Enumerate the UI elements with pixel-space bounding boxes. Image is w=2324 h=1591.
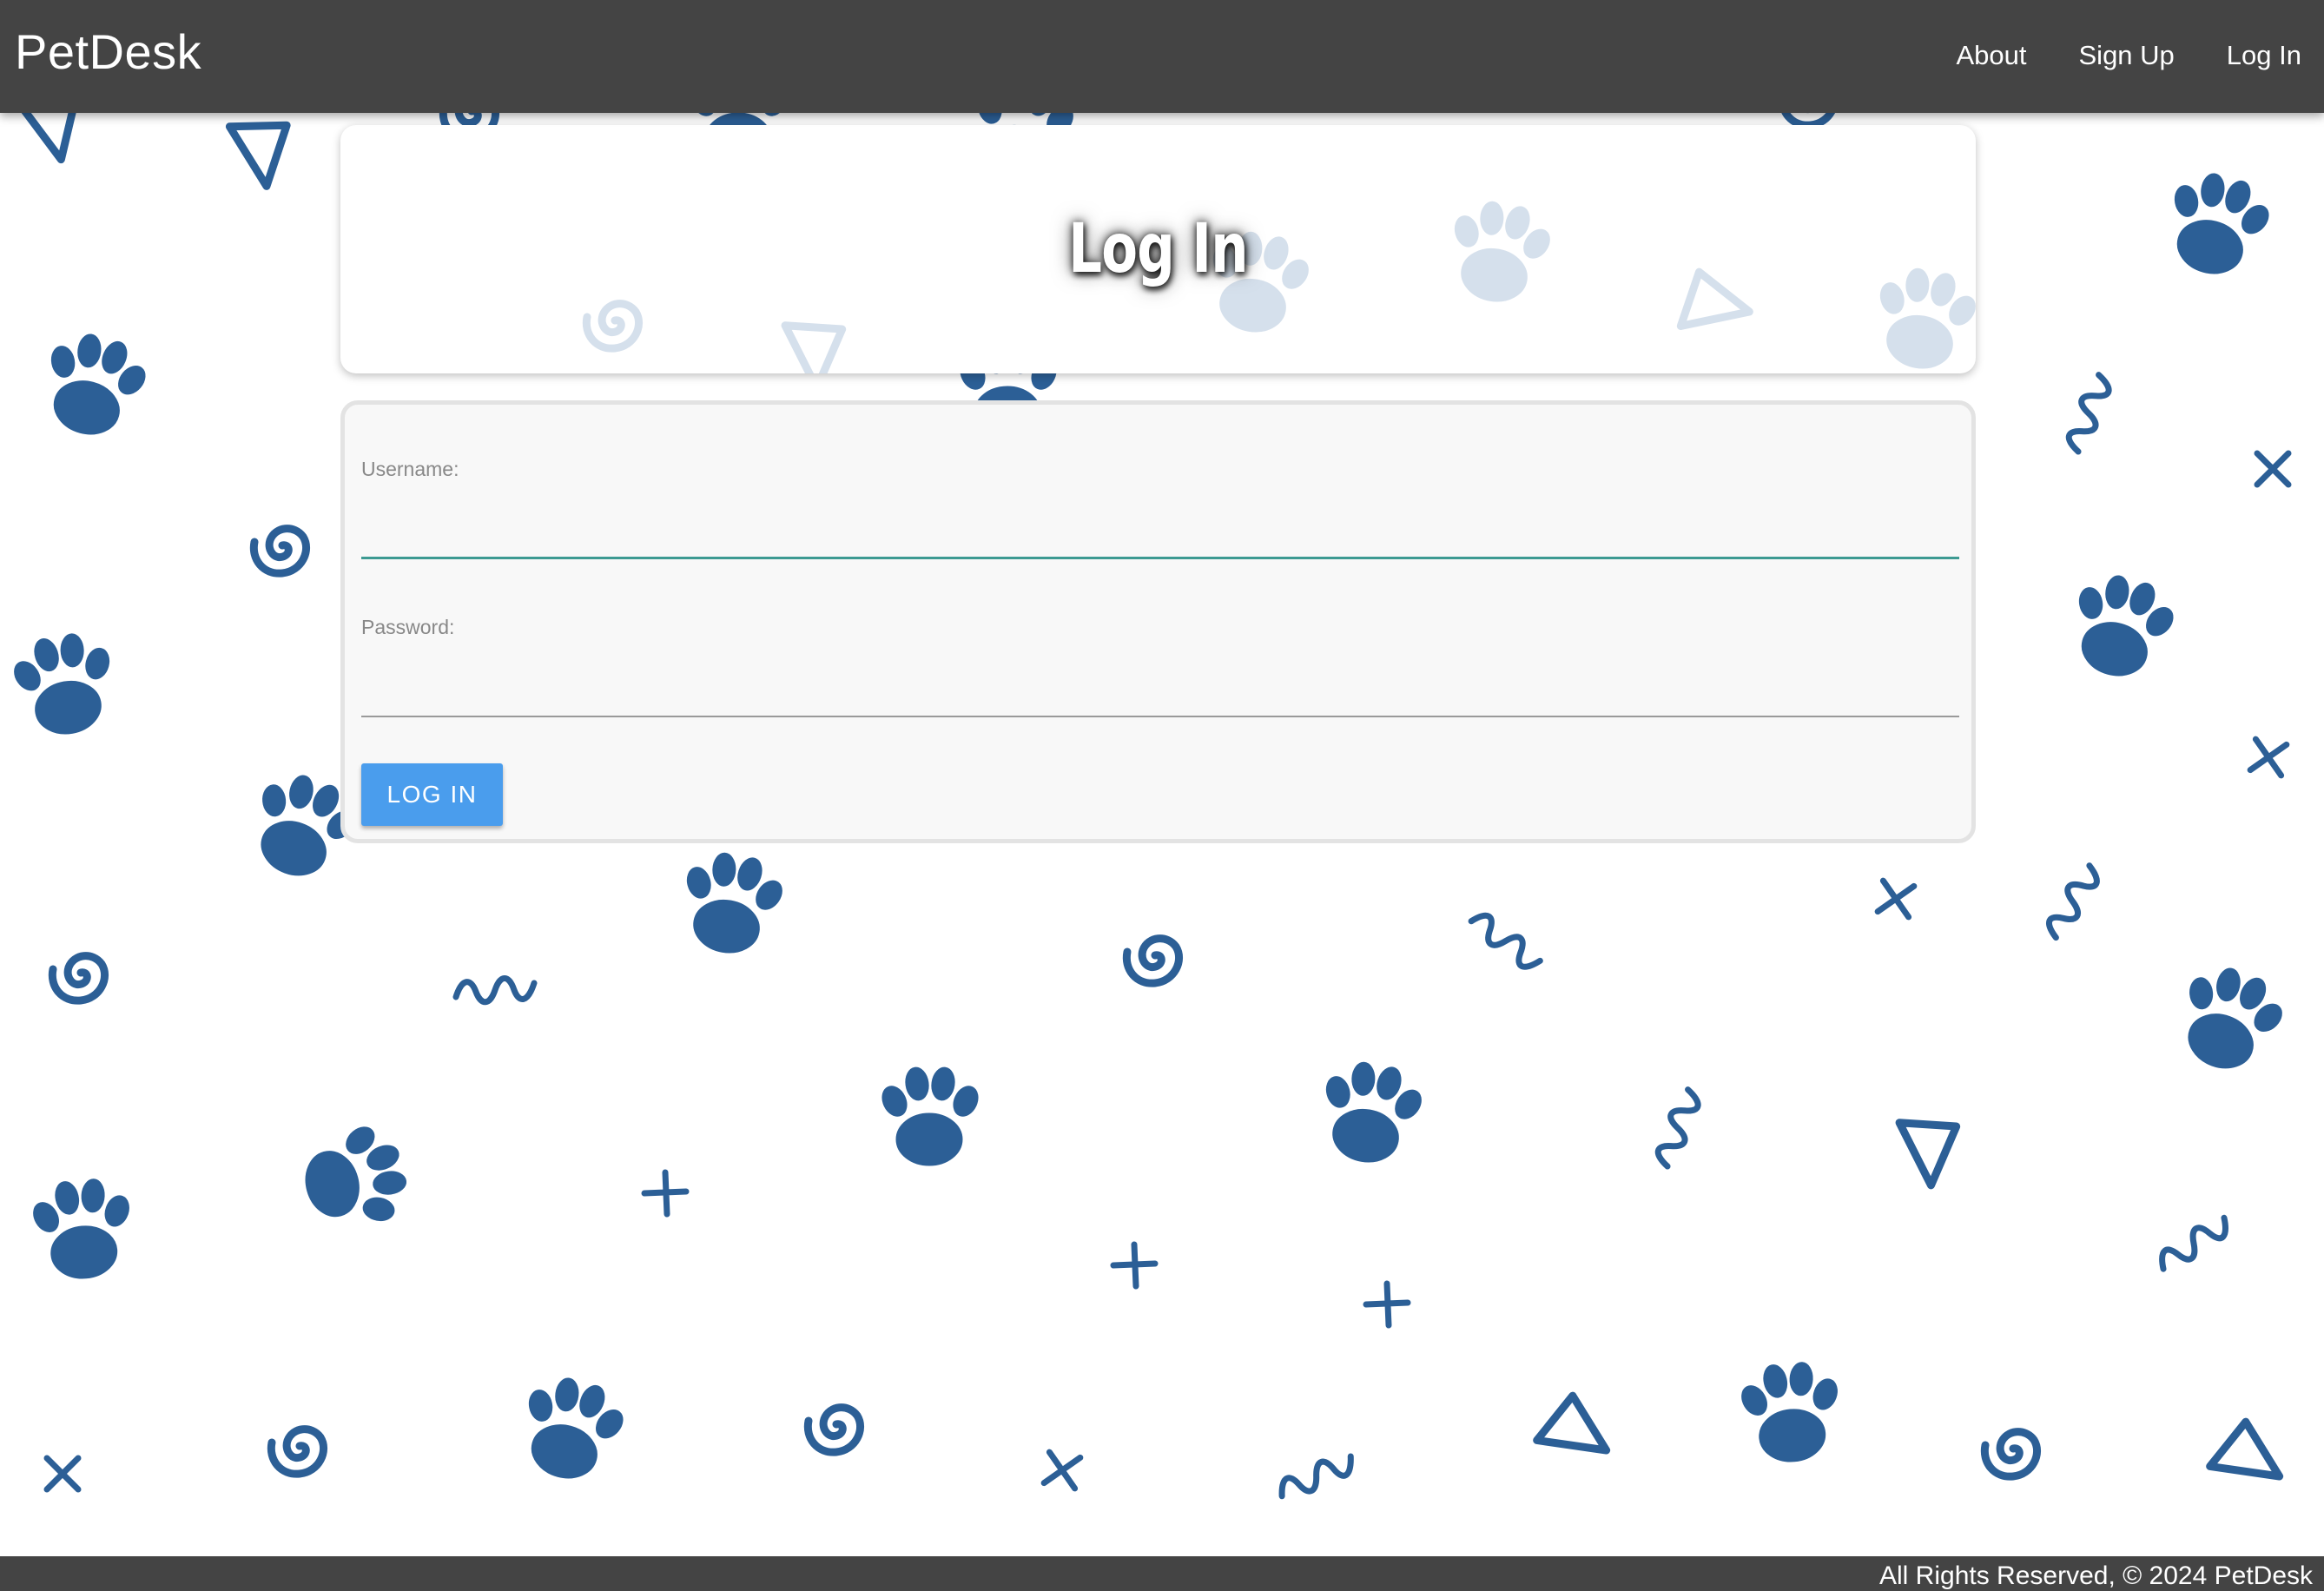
login-page: PetDesk About Sign Up Log In Log In User…	[0, 0, 2324, 1591]
cross-icon	[2257, 453, 2288, 485]
plus-icon	[644, 1172, 686, 1214]
username-field: Username:	[361, 459, 1959, 559]
triangle-icon	[1899, 1118, 1961, 1187]
paw-print-icon	[1733, 1357, 1849, 1467]
nav-link-log-in[interactable]: Log In	[2227, 42, 2301, 69]
footer-copyright: All Rights Reserved, © 2024 PetDesk	[1879, 1561, 2313, 1590]
squiggle-icon	[1651, 1087, 1706, 1168]
squiggle-icon	[1276, 1452, 1357, 1501]
squiggle-icon	[2062, 373, 2116, 453]
paw-print-icon	[507, 1366, 636, 1491]
username-input[interactable]	[361, 498, 1959, 559]
cross-icon	[47, 1458, 78, 1489]
plus-icon	[1366, 1284, 1408, 1325]
navbar: PetDesk About Sign Up Log In	[0, 0, 2324, 113]
password-input[interactable]	[361, 657, 1959, 717]
paw-print-icon	[30, 322, 158, 447]
triangle-icon	[229, 116, 296, 190]
triangle-icon	[2210, 1417, 2294, 1499]
cross-icon	[1044, 1452, 1080, 1489]
spiral-icon	[271, 1429, 323, 1475]
paw-print-icon	[2057, 564, 2186, 689]
username-label: Username:	[361, 458, 459, 480]
page-title: Log In	[1068, 210, 1248, 288]
squiggle-icon	[2041, 863, 2105, 941]
spiral-icon	[1126, 939, 1179, 984]
cross-icon	[2250, 739, 2287, 776]
cross-icon	[1878, 881, 1914, 917]
footer: All Rights Reserved, © 2024 PetDesk	[0, 1556, 2324, 1591]
page-header-card: Log In	[340, 125, 1976, 373]
paw-print-icon	[25, 1173, 141, 1284]
spiral-icon	[808, 1408, 860, 1453]
paw-print-icon	[877, 1065, 983, 1166]
login-button[interactable]: LOG IN	[361, 763, 503, 826]
spiral-icon	[1984, 1432, 2037, 1477]
password-label: Password:	[361, 616, 455, 638]
spiral-icon	[254, 529, 306, 574]
paw-print-icon	[2153, 162, 2281, 287]
spiral-icon	[52, 956, 104, 1001]
paw-print-icon	[2162, 954, 2297, 1085]
paw-print-icon	[670, 844, 793, 962]
squiggle-icon	[2154, 1214, 2234, 1274]
nav-link-sign-up[interactable]: Sign Up	[2079, 42, 2175, 69]
password-field: Password:	[361, 617, 1959, 717]
squiggle-icon	[1468, 907, 1542, 975]
squiggle-icon	[456, 979, 534, 1002]
triangle-icon	[1537, 1391, 1621, 1473]
paw-print-icon	[293, 1114, 418, 1243]
plus-icon	[1113, 1244, 1155, 1286]
paw-print-icon	[1310, 1053, 1432, 1172]
login-form: Username: Password: LOG IN	[340, 400, 1976, 843]
nav-link-about[interactable]: About	[1956, 42, 2026, 69]
nav-links: About Sign Up Log In	[1956, 42, 2301, 69]
paw-print-icon	[3, 625, 126, 743]
brand-logo[interactable]: PetDesk	[15, 28, 201, 76]
